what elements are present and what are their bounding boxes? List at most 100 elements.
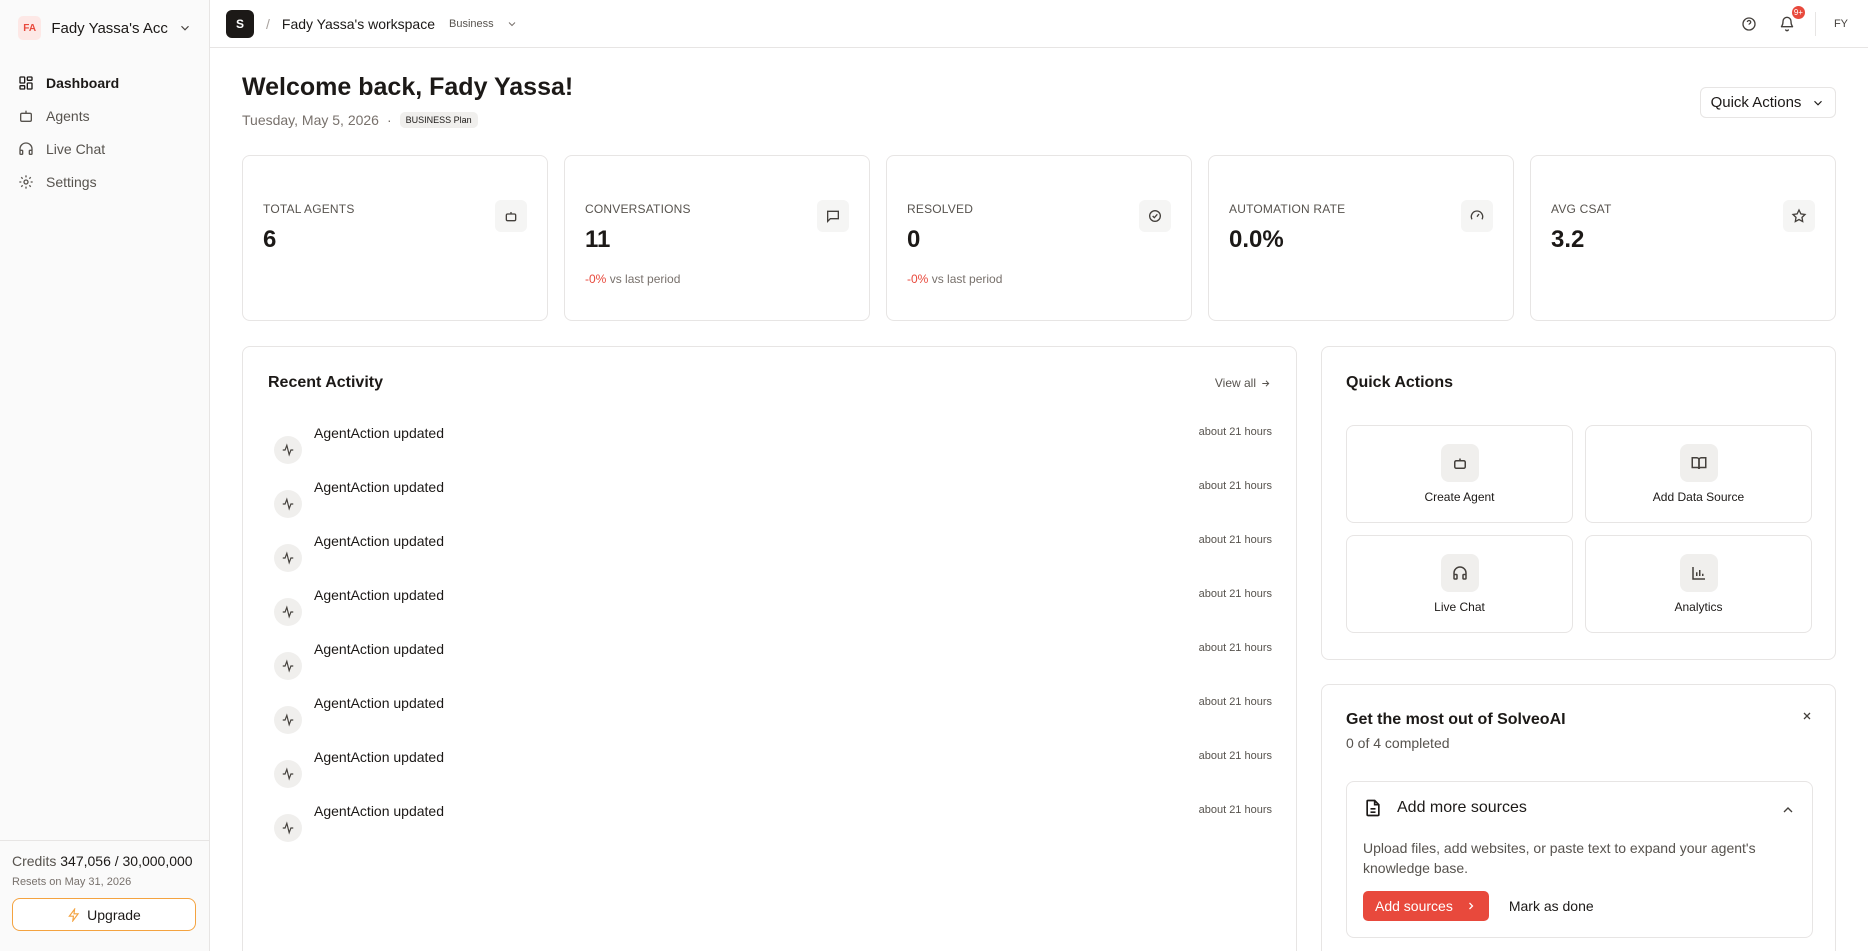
workspace-plan-badge: Business [449, 17, 494, 30]
recent-activity-card: Recent Activity View all AgentAction upd… [242, 346, 1297, 951]
view-all-label: View all [1214, 376, 1256, 390]
quick-actions-label: Quick Actions [1710, 94, 1802, 111]
activity-icon [274, 598, 302, 626]
stat-value: 6 [263, 226, 277, 253]
activity-text: AgentAction updated [314, 803, 444, 819]
step-header: Add more sources [1363, 798, 1527, 818]
activity-time: about 21 hours [1198, 534, 1272, 546]
breadcrumb-separator: / [266, 15, 270, 32]
activity-time: about 21 hours [1198, 426, 1272, 438]
star-icon [1783, 200, 1815, 232]
activity-text: AgentAction updated [314, 695, 444, 711]
activity-time: about 21 hours [1198, 480, 1272, 492]
onboarding-progress: 0 of 4 completed [1346, 735, 1450, 751]
stats-row: TOTAL AGENTS 6 CONVERSATIONS 11 -0% vs l… [242, 155, 1836, 321]
stat-value: 0 [907, 226, 921, 253]
chevron-down-icon [178, 21, 192, 35]
activity-icon [274, 706, 302, 734]
stat-card-conversations: CONVERSATIONS 11 -0% vs last period [564, 155, 870, 321]
delta-value: -0% [907, 272, 929, 286]
account-avatar: FA [18, 16, 42, 40]
upgrade-button[interactable]: Upgrade [12, 898, 196, 931]
user-avatar[interactable]: FY [1834, 18, 1848, 30]
gear-icon [18, 174, 34, 190]
bot-icon [1440, 444, 1479, 482]
live-chat-button[interactable]: Live Chat [1346, 535, 1573, 633]
activity-item[interactable]: AgentAction updated about 21 hours [274, 582, 1272, 636]
help-icon[interactable] [1739, 14, 1759, 34]
create-agent-button[interactable]: Create Agent [1346, 425, 1573, 523]
sidebar-item-label: Settings [46, 173, 97, 190]
stat-value: 11 [585, 226, 611, 253]
sidebar-item-live-chat[interactable]: Live Chat [12, 132, 198, 165]
add-sources-button[interactable]: Add sources [1363, 891, 1489, 921]
step-description: Upload files, add websites, or paste tex… [1363, 840, 1756, 876]
activity-item[interactable]: AgentAction updated about 21 hours [274, 636, 1272, 690]
plan-badge: BUSINESS Plan [399, 112, 478, 128]
headset-icon [1440, 554, 1479, 592]
sidebar-item-settings[interactable]: Settings [12, 165, 198, 198]
onboarding-card: Get the most out of SolveoAI 0 of 4 comp… [1321, 684, 1836, 951]
page-title: Welcome back, Fady Yassa! [242, 73, 574, 101]
activity-item[interactable]: AgentAction updated about 21 hours [274, 690, 1272, 744]
check-circle-icon [1139, 200, 1171, 232]
headset-icon [18, 141, 34, 157]
delta-suffix: vs last period [609, 272, 681, 286]
stat-card-resolved: RESOLVED 0 -0% vs last period [886, 155, 1192, 321]
chevron-down-icon[interactable] [506, 18, 518, 30]
bell-icon[interactable]: 9+ [1777, 6, 1805, 34]
workspace-name[interactable]: Fady Yassa's workspace [282, 16, 435, 32]
activity-icon [274, 652, 302, 680]
stat-label: TOTAL AGENTS [263, 202, 355, 216]
message-square-icon [817, 200, 849, 232]
view-all-link[interactable]: View all [1215, 376, 1271, 390]
workspace-logo[interactable]: S [226, 9, 254, 38]
current-date: Tuesday, May 5, 2026 [242, 112, 379, 128]
tile-label: Create Agent [1424, 490, 1495, 504]
chevron-right-icon [1465, 900, 1477, 912]
dashboard-icon [18, 75, 34, 91]
onboarding-step: Add more sources Upload files, add websi… [1346, 781, 1813, 938]
credits-reset-date: Resets on May 31, 2026 [12, 876, 132, 888]
step-actions: Add sources Mark as done [1363, 891, 1594, 921]
sidebar-item-dashboard[interactable]: Dashboard [12, 66, 198, 99]
activity-text: AgentAction updated [314, 425, 444, 441]
arrow-right-icon [1260, 378, 1271, 389]
activity-item[interactable]: AgentAction updated about 21 hours [274, 528, 1272, 582]
bot-icon [495, 200, 527, 232]
add-sources-label: Add sources [1375, 898, 1453, 914]
stat-label: AVG CSAT [1551, 202, 1612, 216]
account-switcher[interactable]: FA Fady Yassa's Acco... [12, 12, 198, 44]
sidebar-item-label: Dashboard [46, 74, 120, 91]
topbar-actions: 9+ FY [1739, 6, 1848, 36]
stat-delta: -0% vs last period [585, 272, 680, 286]
stat-card-automation-rate: AUTOMATION RATE 0.0% [1208, 155, 1514, 321]
lightning-icon [67, 907, 81, 922]
activity-text: AgentAction updated [314, 479, 444, 495]
file-text-icon [1363, 798, 1383, 818]
sidebar-item-agents[interactable]: Agents [12, 99, 198, 132]
topbar: S / Fady Yassa's workspace Business 9+ F… [210, 0, 1868, 48]
activity-item[interactable]: AgentAction updated about 21 hours [274, 744, 1272, 798]
chevron-up-icon[interactable] [1780, 802, 1796, 818]
divider [1814, 12, 1816, 36]
activity-icon [274, 490, 302, 518]
mark-as-done-button[interactable]: Mark as done [1509, 898, 1594, 914]
activity-icon [274, 760, 302, 788]
activity-item[interactable]: AgentAction updated about 21 hours [274, 474, 1272, 528]
activity-icon [274, 544, 302, 572]
stat-value: 3.2 [1551, 226, 1585, 253]
activity-time: about 21 hours [1198, 750, 1272, 762]
activity-item[interactable]: AgentAction updated about 21 hours [274, 798, 1272, 852]
stat-card-total-agents: TOTAL AGENTS 6 [242, 155, 548, 321]
add-data-source-button[interactable]: Add Data Source [1585, 425, 1812, 523]
close-icon[interactable] [1801, 710, 1813, 722]
analytics-button[interactable]: Analytics [1585, 535, 1812, 633]
notification-badge: 9+ [1791, 6, 1805, 19]
activity-time: about 21 hours [1198, 696, 1272, 708]
stat-label: RESOLVED [907, 202, 974, 216]
quick-actions-grid: Create Agent Add Data Source Live Chat A… [1346, 425, 1812, 633]
quick-actions-dropdown[interactable]: Quick Actions [1700, 87, 1836, 118]
activity-item[interactable]: AgentAction updated about 21 hours [274, 420, 1272, 474]
step-title: Add more sources [1397, 799, 1527, 816]
